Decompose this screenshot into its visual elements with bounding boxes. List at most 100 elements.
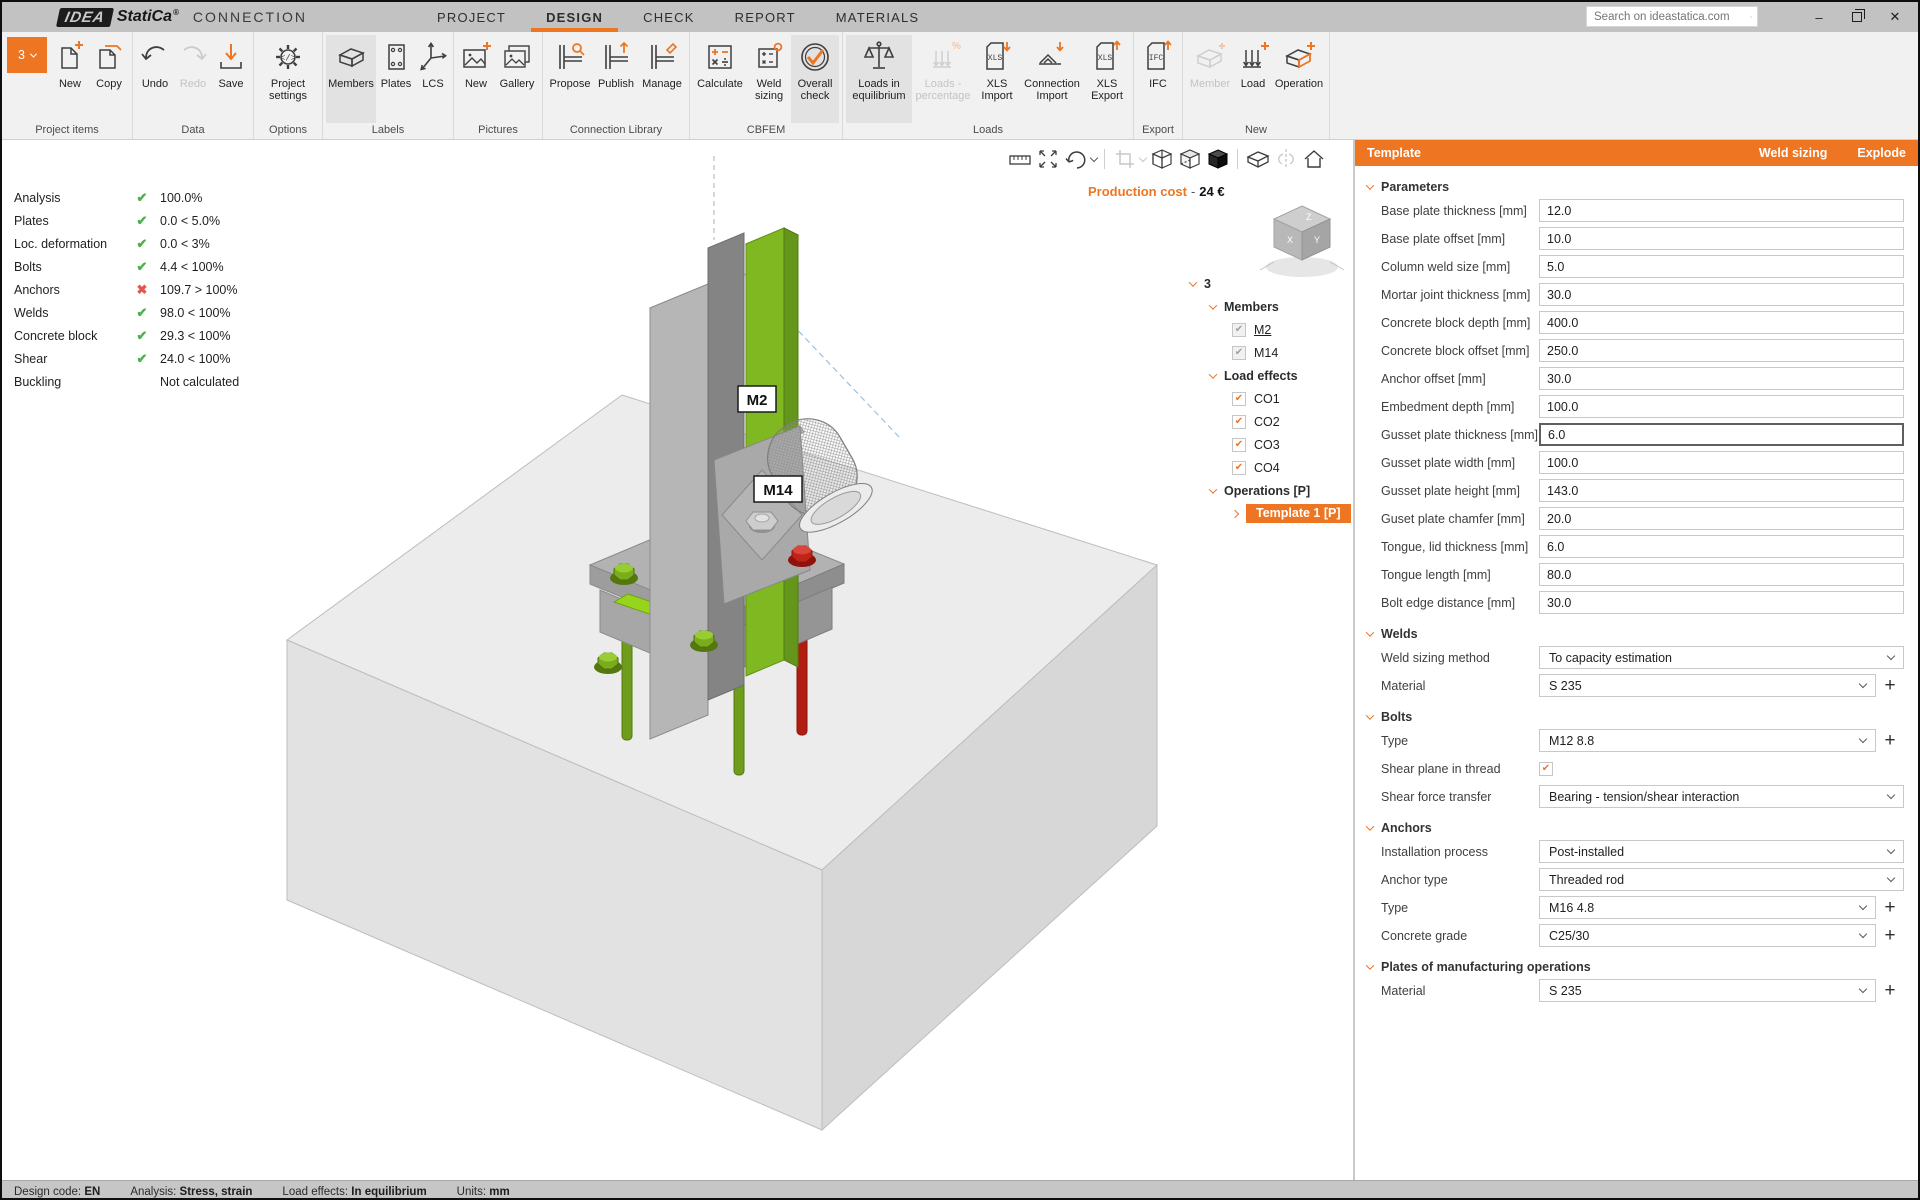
section-anchors[interactable]: Anchors xyxy=(1367,821,1904,835)
chevron-down-icon[interactable] xyxy=(1139,153,1147,161)
copy-item-button[interactable]: Copy xyxy=(89,35,129,123)
concrete-block-offset-input[interactable] xyxy=(1539,339,1904,362)
manage-button[interactable]: Manage xyxy=(638,35,686,123)
3d-viewport[interactable]: M2 M14 Analysis✔100.0% Plates✔0.0 < 5.0%… xyxy=(2,140,1354,1180)
tab-check[interactable]: CHECK xyxy=(628,5,710,32)
tongue-lid-thickness-input[interactable] xyxy=(1539,535,1904,558)
measure-button[interactable] xyxy=(1007,147,1032,171)
tab-design[interactable]: DESIGN xyxy=(531,5,618,32)
add-concrete-grade-button[interactable]: + xyxy=(1876,925,1904,947)
checkbox-checked[interactable]: ✔ xyxy=(1232,392,1246,406)
search-box[interactable] xyxy=(1586,6,1758,27)
checkbox-checked[interactable]: ✔ xyxy=(1232,415,1246,429)
mortar-joint-thickness-input[interactable] xyxy=(1539,283,1904,306)
checkbox-checked[interactable]: ✔ xyxy=(1232,438,1246,452)
xls-export-button[interactable]: XLS XLS Export xyxy=(1084,35,1130,123)
hidden-line-view-button[interactable] xyxy=(1177,147,1202,171)
connection-import-button[interactable]: Connection Import xyxy=(1020,35,1084,123)
checkbox-checked[interactable]: ✔ xyxy=(1232,461,1246,475)
new-member-button[interactable]: Member xyxy=(1186,35,1234,123)
base-plate-offset-input[interactable] xyxy=(1539,227,1904,250)
wireframe-view-button[interactable] xyxy=(1149,147,1174,171)
ifc-export-button[interactable]: IFC IFC xyxy=(1137,35,1179,123)
installation-process-select[interactable]: Post-installed xyxy=(1539,840,1904,863)
add-weld-material-button[interactable]: + xyxy=(1876,675,1904,697)
lcs-labels-button[interactable]: LCS xyxy=(416,35,450,123)
bolt-type-select[interactable]: M12 8.8 xyxy=(1539,729,1876,752)
mirror-view-button[interactable] xyxy=(1273,147,1298,171)
gusset-plate-thickness-input[interactable] xyxy=(1539,423,1904,446)
rotate-view-button[interactable] xyxy=(1063,147,1088,171)
gusset-plate-width-input[interactable] xyxy=(1539,451,1904,474)
tree-item-co3[interactable]: ✔CO3 xyxy=(1190,433,1354,456)
tree-item-co1[interactable]: ✔CO1 xyxy=(1190,387,1354,410)
anchor-offset-input[interactable] xyxy=(1539,367,1904,390)
restore-button[interactable] xyxy=(1838,2,1876,32)
tree-item-co2[interactable]: ✔CO2 xyxy=(1190,410,1354,433)
members-labels-button[interactable]: Members xyxy=(326,35,376,123)
section-welds[interactable]: Welds xyxy=(1367,627,1904,641)
tree-load-effects-header[interactable]: Load effects xyxy=(1190,364,1354,387)
tree-members-header[interactable]: Members xyxy=(1190,295,1354,318)
tree-item-template1[interactable]: Template 1 [P] xyxy=(1190,502,1354,525)
section-view-button[interactable] xyxy=(1245,147,1270,171)
gusset-plate-height-input[interactable] xyxy=(1539,479,1904,502)
minimize-button[interactable]: – xyxy=(1800,2,1838,32)
new-item-button[interactable]: New xyxy=(51,35,89,123)
project-settings-button[interactable]: </> Project settings xyxy=(257,35,319,123)
loads-in-equilibrium-button[interactable]: Loads in equilibrium xyxy=(846,35,912,123)
calculate-button[interactable]: Calculate xyxy=(693,35,747,123)
plate-material-select[interactable]: S 235 xyxy=(1539,979,1876,1002)
gusset-plate-chamfer-input[interactable] xyxy=(1539,507,1904,530)
tab-report[interactable]: REPORT xyxy=(720,5,811,32)
undo-button[interactable]: Undo xyxy=(136,35,174,123)
new-operation-button[interactable]: Operation xyxy=(1272,35,1326,123)
member-label-m2[interactable]: M2 xyxy=(738,386,776,412)
publish-button[interactable]: Publish xyxy=(594,35,638,123)
section-parameters[interactable]: Parameters xyxy=(1367,180,1904,194)
embedment-depth-input[interactable] xyxy=(1539,395,1904,418)
weld-sizing-action[interactable]: Weld sizing xyxy=(1759,146,1828,160)
shear-force-transfer-select[interactable]: Bearing - tension/shear interaction xyxy=(1539,785,1904,808)
close-button[interactable]: ✕ xyxy=(1876,2,1914,32)
chevron-down-icon[interactable] xyxy=(1090,153,1098,161)
checkbox-checked[interactable]: ✔ xyxy=(1232,346,1246,360)
tab-project[interactable]: PROJECT xyxy=(422,5,521,32)
checkbox-checked[interactable]: ✔ xyxy=(1232,323,1246,337)
propose-button[interactable]: Propose xyxy=(546,35,594,123)
concrete-grade-select[interactable]: C25/30 xyxy=(1539,924,1876,947)
section-plates-mfg[interactable]: Plates of manufacturing operations xyxy=(1367,960,1904,974)
tree-item-m2[interactable]: ✔M2 xyxy=(1190,318,1354,341)
crop-view-button[interactable] xyxy=(1112,147,1137,171)
section-bolts[interactable]: Bolts xyxy=(1367,710,1904,724)
weld-sizing-method-select[interactable]: To capacity estimation xyxy=(1539,646,1904,669)
save-button[interactable]: Save xyxy=(212,35,250,123)
tree-item-co4[interactable]: ✔CO4 xyxy=(1190,456,1354,479)
anchor-type-select[interactable]: Threaded rod xyxy=(1539,868,1904,891)
shear-plane-checkbox-checked[interactable]: ✔ xyxy=(1539,762,1553,776)
zoom-fit-button[interactable] xyxy=(1035,147,1060,171)
redo-button[interactable]: Redo xyxy=(174,35,212,123)
add-bolt-type-button[interactable]: + xyxy=(1876,730,1904,752)
home-view-button[interactable] xyxy=(1301,147,1326,171)
column-weld-size-input[interactable] xyxy=(1539,255,1904,278)
tongue-length-input[interactable] xyxy=(1539,563,1904,586)
weld-sizing-button[interactable]: Weld sizing xyxy=(747,35,791,123)
tree-root[interactable]: 3 xyxy=(1190,272,1354,295)
add-plate-material-button[interactable]: + xyxy=(1876,980,1904,1002)
anchor-size-select[interactable]: M16 4.8 xyxy=(1539,896,1876,919)
bolt-edge-distance-input[interactable] xyxy=(1539,591,1904,614)
gallery-button[interactable]: Gallery xyxy=(495,35,539,123)
base-plate-thickness-input[interactable] xyxy=(1539,199,1904,222)
tab-materials[interactable]: MATERIALS xyxy=(821,5,935,32)
new-load-button[interactable]: Load xyxy=(1234,35,1272,123)
solid-view-button[interactable] xyxy=(1205,147,1230,171)
loads-percentage-button[interactable]: % Loads - percentage xyxy=(912,35,974,123)
overall-check-button[interactable]: Overall check xyxy=(791,35,839,123)
add-anchor-size-button[interactable]: + xyxy=(1876,897,1904,919)
tree-operations-header[interactable]: Operations [P] xyxy=(1190,479,1354,502)
new-picture-button[interactable]: New xyxy=(457,35,495,123)
concrete-block-depth-input[interactable] xyxy=(1539,311,1904,334)
plates-labels-button[interactable]: Plates xyxy=(376,35,416,123)
member-label-m14[interactable]: M14 xyxy=(754,476,802,502)
